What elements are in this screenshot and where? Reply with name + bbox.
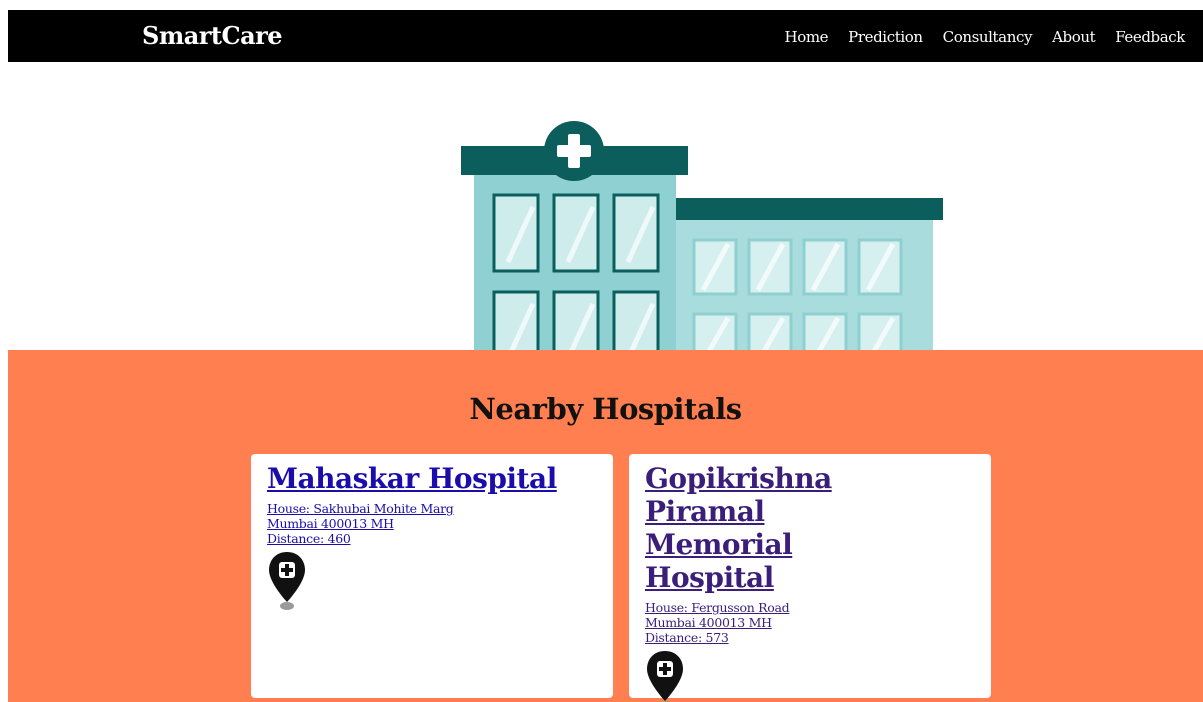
- hospital-map-pin-icon[interactable]: [645, 649, 685, 702]
- nav-consultancy[interactable]: Consultancy: [943, 28, 1033, 46]
- nav-links: Home Prediction Consultancy About Feedba…: [785, 28, 1186, 46]
- hospital-name-link[interactable]: Gopikrishna Piramal Memorial Hospital: [645, 462, 895, 594]
- nav-feedback[interactable]: Feedback: [1115, 28, 1185, 46]
- hospital-address-line2[interactable]: Mumbai 400013 MH: [267, 516, 597, 531]
- section-title: Nearby Hospitals: [469, 392, 742, 426]
- hospital-address-line1[interactable]: House: Sakhubai Mohite Marg: [267, 501, 597, 516]
- hospital-distance[interactable]: Distance: 460: [267, 531, 597, 546]
- page: SmartCare Home Prediction Consultancy Ab…: [8, 10, 1203, 702]
- hospital-distance[interactable]: Distance: 573: [645, 630, 975, 645]
- nav-prediction[interactable]: Prediction: [848, 28, 923, 46]
- hospital-card: Mahaskar Hospital House: Sakhubai Mohite…: [251, 454, 613, 698]
- navbar: SmartCare Home Prediction Consultancy Ab…: [8, 10, 1203, 62]
- nav-home[interactable]: Home: [785, 28, 829, 46]
- hospital-address-line1[interactable]: House: Fergusson Road: [645, 600, 975, 615]
- hospital-address-line2[interactable]: Mumbai 400013 MH: [645, 615, 975, 630]
- hospital-details: House: Fergusson Road Mumbai 400013 MH D…: [645, 600, 975, 645]
- hospital-name-link[interactable]: Mahaskar Hospital: [267, 462, 597, 495]
- nearby-hospitals-section: Nearby Hospitals Mahaskar Hospital House…: [8, 350, 1203, 702]
- hospital-card: Gopikrishna Piramal Memorial Hospital Ho…: [629, 454, 991, 702]
- brand-logo[interactable]: SmartCare: [142, 21, 283, 50]
- nav-about[interactable]: About: [1052, 28, 1096, 46]
- hospital-map-pin-icon[interactable]: [267, 550, 307, 612]
- hero-banner: [8, 62, 1203, 350]
- hospital-details: House: Sakhubai Mohite Marg Mumbai 40001…: [267, 501, 597, 546]
- hospital-building-illustration: [461, 121, 943, 350]
